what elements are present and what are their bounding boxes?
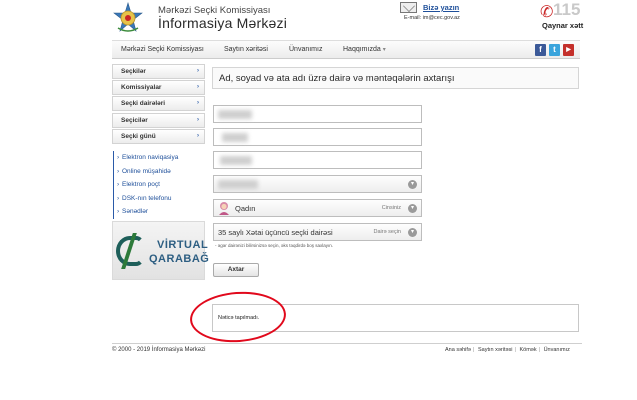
chevron-right-icon: › (197, 68, 199, 74)
page-title: Ad, soyad və ata adı üzrə dairə və məntə… (212, 67, 579, 89)
sidebar-item-label: Seçkilər (121, 68, 146, 75)
sidebar-item-districts[interactable]: Seçki dairələri › (112, 96, 205, 112)
email-text: E-mail: im@cec.gov.az (404, 15, 460, 21)
footer-link-help[interactable]: Kömək (519, 347, 536, 353)
sidebar-item-voters[interactable]: Seçicilər › (112, 112, 205, 128)
link-e-mail[interactable]: Elektron poçt (114, 178, 205, 192)
facebook-icon[interactable]: f (535, 44, 546, 56)
separator: | (473, 347, 475, 353)
search-button[interactable]: Axtar (213, 263, 259, 277)
chevron-right-icon: › (197, 116, 199, 123)
redacted-value (218, 180, 258, 189)
hotline-label: Qaynar xətt (542, 21, 584, 30)
redacted-value (222, 133, 248, 142)
nav-item-about[interactable]: Haqqımızda ▾ (343, 46, 386, 53)
woman-icon (219, 202, 229, 215)
chevron-right-icon: › (197, 100, 199, 107)
twitter-icon[interactable]: t (549, 44, 560, 56)
footer-link-sitemap[interactable]: Saytın xəritəsi (478, 347, 513, 353)
caret-down-icon: ▾ (382, 47, 386, 53)
footer-link-home[interactable]: Ana səhifə (445, 347, 471, 353)
gender-select[interactable]: Qadın Cinsiniz ▾ (213, 199, 422, 217)
sidebar-item-label: Komissiyalar (121, 84, 162, 92)
separator: | (514, 347, 516, 353)
sidebar-item-elections[interactable]: Seçkilər › (112, 64, 205, 79)
nav-item-address[interactable]: Ünvanımız (289, 46, 322, 53)
hotline-number: 115 (553, 0, 581, 19)
district-hint: Dairə seçin (373, 229, 401, 235)
chevron-down-icon: ▾ (408, 228, 417, 237)
gender-value: Qadın (235, 204, 256, 213)
sidebar-item-label: Seçicilər (121, 116, 148, 124)
footer-link-address[interactable]: Ünvanımız (544, 347, 570, 353)
link-dsk-phone[interactable]: DSK-nın telefonu (114, 192, 205, 206)
youtube-icon[interactable]: ▶ (563, 44, 574, 56)
district-note: - əgər dairənizi bilirsinizsə seçin, əks… (215, 243, 334, 248)
quick-links: Elektron naviqasiya Online müşahidə Elek… (113, 151, 205, 219)
copyright: © 2000 - 2019 İnformasiya Mərkəzi (112, 347, 206, 353)
chevron-right-icon: › (197, 84, 199, 91)
write-us-link[interactable]: Bizə yazın (423, 3, 459, 12)
site-name-line2[interactable]: İnformasiya Mərkəzi (158, 15, 287, 31)
footer-divider (112, 343, 582, 344)
sidebar-item-commissions[interactable]: Komissiyalar › (112, 80, 205, 96)
district-value: 35 saylı Xətai üçüncü seçki dairəsi (218, 228, 333, 237)
emblem-logo[interactable] (112, 2, 144, 34)
top-nav: Mərkəzi Seçki Komissiyası Saytın xəritəs… (112, 40, 580, 59)
surname-input[interactable] (213, 105, 422, 123)
link-online-observation[interactable]: Online müşahidə (114, 165, 205, 179)
footer-links: Ana səhifə | Saytın xəritəsi | Kömək | Ünva… (445, 347, 570, 353)
sidebar-menu: Seçkilər › Komissiyalar › Seçki dairələri ›… (112, 64, 205, 145)
nav-item-about-label: Haqqımızda (343, 46, 381, 53)
nav-item-commission[interactable]: Mərkəzi Seçki Komissiyası (121, 46, 204, 53)
mail-icon[interactable] (400, 2, 417, 13)
link-documents[interactable]: Sənədlər (114, 205, 205, 219)
virtual-karabakh-banner[interactable]: VİRTUAL QARABAĞ (112, 221, 209, 280)
banner-title-line1: VİRTUAL (157, 239, 209, 251)
district-select[interactable]: 35 saylı Xətai üçüncü seçki dairəsi Dair… (213, 223, 422, 241)
link-e-navigation[interactable]: Elektron naviqasiya (114, 151, 205, 165)
gender-hint: Cinsiniz (381, 205, 401, 211)
redacted-value (220, 156, 252, 165)
sidebar-item-label: Seçki dairələri (121, 100, 166, 108)
redacted-value (218, 110, 252, 119)
sidebar-item-label: Seçki günü (121, 132, 156, 140)
birth-date-select[interactable]: ▾ (213, 175, 422, 193)
chevron-right-icon: › (197, 132, 199, 139)
chevron-down-icon: ▾ (408, 204, 417, 213)
first-name-input[interactable] (213, 128, 422, 146)
patronymic-input[interactable] (213, 151, 422, 169)
nav-item-sitemap[interactable]: Saytın xəritəsi (224, 46, 268, 53)
separator: | (538, 347, 541, 353)
page: Mərkəzi Seçki Komissiyası İnformasiya Mə… (0, 0, 637, 400)
banner-title-line2: QARABAĞ (149, 253, 210, 265)
phone-icon: ✆ (540, 4, 554, 21)
chevron-down-icon: ▾ (408, 180, 417, 189)
red-annotation-circle (188, 288, 288, 346)
sidebar-item-election-day[interactable]: Seçki günü › (112, 128, 205, 144)
